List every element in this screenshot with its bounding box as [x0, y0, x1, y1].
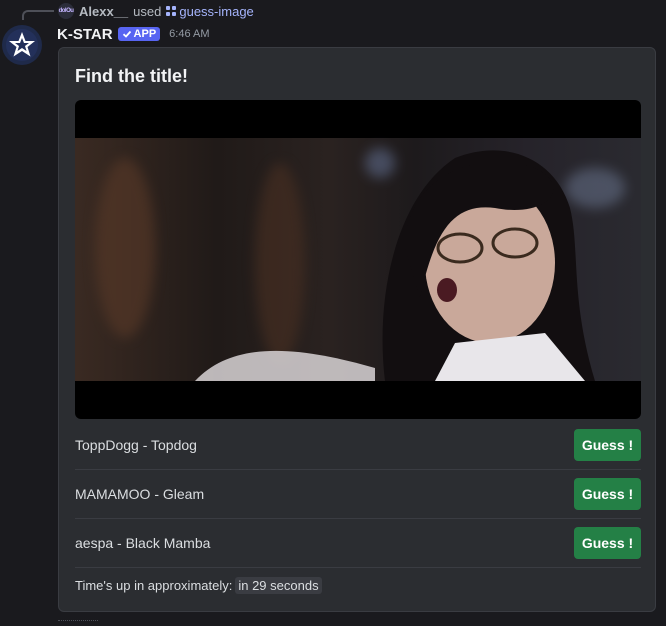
timer-footer: Time's up in approximately: in 29 second… — [75, 577, 322, 594]
reply-username[interactable]: Alexx__ — [79, 4, 128, 19]
subject-figure — [195, 150, 595, 381]
choice-label: MAMAMOO - Gleam — [75, 486, 205, 502]
bot-name[interactable]: K-STAR — [57, 26, 113, 43]
bot-star-avatar-icon — [6, 29, 38, 61]
chat-message: dolOu Alexx__ used guess-image K-STAR AP… — [0, 0, 666, 626]
choice-label: aespa - Black Mamba — [75, 535, 211, 551]
message-timestamp[interactable]: 6:46 AM — [169, 28, 209, 40]
next-message-hint — [58, 620, 98, 626]
bot-avatar[interactable] — [2, 25, 42, 65]
slash-command-name: guess-image — [179, 3, 254, 19]
guess-button[interactable]: Guess ! — [574, 478, 641, 510]
timer-label: Time's up in approximately: — [75, 578, 233, 593]
list-item: ToppDogg - Topdog Guess ! — [75, 421, 641, 470]
slash-command-icon — [166, 6, 177, 16]
choice-label: ToppDogg - Topdog — [75, 437, 197, 453]
reply-user-avatar[interactable]: dolOu — [58, 3, 74, 19]
guess-button[interactable]: Guess ! — [574, 429, 641, 461]
slash-command-link[interactable]: guess-image — [166, 3, 254, 19]
reply-context[interactable]: dolOu Alexx__ used guess-image — [58, 2, 254, 20]
image-scene — [75, 138, 641, 381]
timer-value[interactable]: in 29 seconds — [235, 577, 322, 594]
embed-card: Find the title! ToppDogg - Topdog Guess … — [58, 47, 656, 612]
embed-title: Find the title! — [75, 66, 188, 86]
app-badge: APP — [117, 27, 161, 41]
list-item: MAMAMOO - Gleam Guess ! — [75, 470, 641, 519]
list-item: aespa - Black Mamba Guess ! — [75, 519, 641, 568]
embed-image[interactable] — [75, 100, 641, 419]
message-header: K-STAR APP 6:46 AM — [57, 24, 210, 44]
reply-used-text: used — [133, 3, 162, 19]
guess-button[interactable]: Guess ! — [574, 527, 641, 559]
verified-check-icon — [122, 30, 131, 38]
app-badge-label: APP — [133, 28, 157, 40]
reply-connector — [22, 10, 54, 20]
